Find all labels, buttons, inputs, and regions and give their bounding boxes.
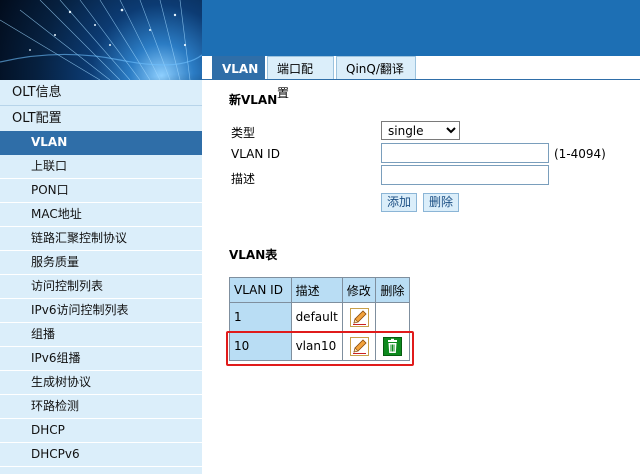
- description-input[interactable]: [381, 165, 549, 185]
- sidebar-item-pon-port[interactable]: PON口: [0, 179, 202, 203]
- type-select[interactable]: single: [381, 121, 460, 140]
- sidebar-item-multicast[interactable]: 组播: [0, 323, 202, 347]
- col-header-vlan-id: VLAN ID: [229, 277, 292, 303]
- sidebar-item-lacp[interactable]: 链路汇聚控制协议: [0, 227, 202, 251]
- sidebar-item-ipv6-multicast[interactable]: IPv6组播: [0, 347, 202, 371]
- sidebar-item-mac-address[interactable]: MAC地址: [0, 203, 202, 227]
- sidebar-item-ipv6-acl[interactable]: IPv6访问控制列表: [0, 299, 202, 323]
- col-header-description: 描述: [290, 277, 343, 303]
- table-row: 1 default: [229, 302, 410, 332]
- sidebar-item-vlan[interactable]: VLAN: [0, 131, 202, 155]
- header-banner-image: [0, 0, 202, 80]
- cell-vlan-id: 1: [229, 302, 292, 332]
- vlan-id-input[interactable]: [381, 143, 549, 163]
- cell-description: default: [290, 302, 343, 332]
- sidebar-group-olt-config[interactable]: OLT配置: [0, 106, 202, 131]
- tabs-underline: [202, 79, 640, 80]
- tab-qinq-translation[interactable]: QinQ/翻译: [336, 56, 416, 80]
- sidebar-item-acl[interactable]: 访问控制列表: [0, 275, 202, 299]
- vlan-table-title: VLAN表: [229, 248, 278, 262]
- header-bar: [202, 0, 640, 56]
- sidebar-item-qos[interactable]: 服务质量: [0, 251, 202, 275]
- fiber-globe-graphic: [0, 0, 202, 80]
- pencil-edit-icon[interactable]: [349, 307, 369, 327]
- sidebar-item-stp[interactable]: 生成树协议: [0, 371, 202, 395]
- sidebar: OLT信息 OLT配置 VLAN 上联口 PON口 MAC地址 链路汇聚控制协议…: [0, 80, 202, 474]
- cell-delete: [375, 302, 410, 332]
- delete-button[interactable]: 删除: [423, 193, 460, 212]
- description-label: 描述: [231, 172, 256, 186]
- add-button[interactable]: 添加: [381, 193, 418, 212]
- tab-port-config[interactable]: 端口配置: [267, 56, 334, 100]
- col-header-edit: 修改: [341, 277, 377, 303]
- sidebar-item-dhcp[interactable]: DHCP: [0, 419, 202, 443]
- vlan-id-label: VLAN ID: [231, 147, 280, 161]
- row-highlight-box: [226, 331, 414, 366]
- sidebar-group-olt-info[interactable]: OLT信息: [0, 80, 202, 106]
- col-header-delete: 删除: [375, 277, 410, 303]
- sidebar-item-dhcpv6[interactable]: DHCPv6: [0, 443, 202, 467]
- table-header-row: VLAN ID 描述 修改 删除: [229, 277, 410, 303]
- sidebar-item-uplink-port[interactable]: 上联口: [0, 155, 202, 179]
- sidebar-item-loop-detection[interactable]: 环路检测: [0, 395, 202, 419]
- tab-vlan[interactable]: VLAN: [212, 56, 265, 80]
- cell-edit: [341, 302, 377, 332]
- type-label: 类型: [231, 126, 256, 140]
- new-vlan-title: 新VLAN: [229, 93, 278, 107]
- vlan-id-range-hint: (1-4094): [554, 147, 606, 161]
